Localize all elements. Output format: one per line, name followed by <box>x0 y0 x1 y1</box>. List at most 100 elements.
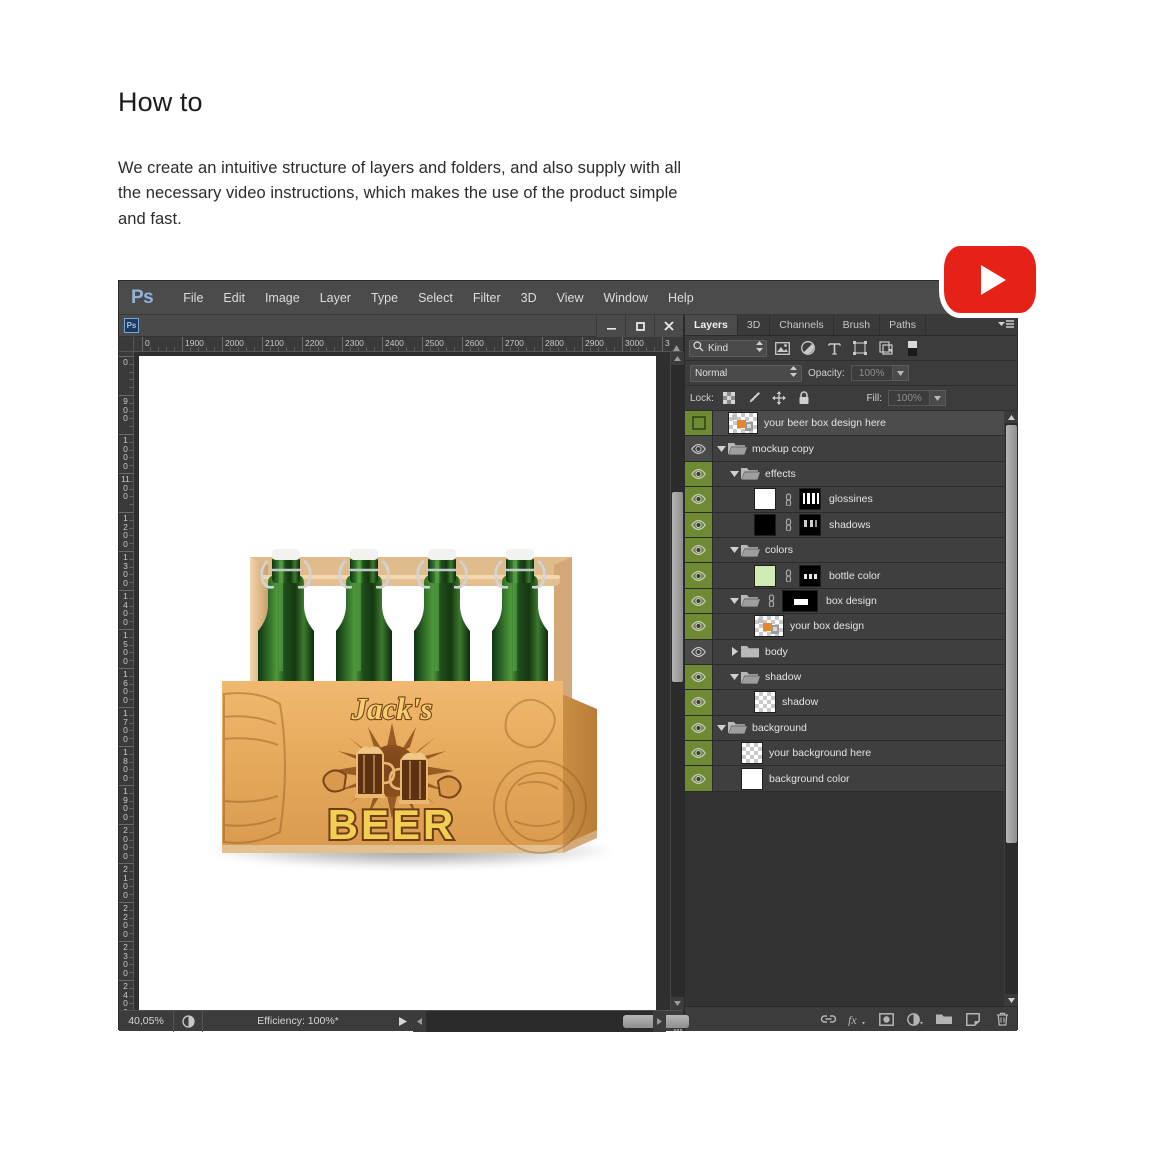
layer-row[interactable]: your box design <box>685 614 1004 640</box>
link-mask-icon[interactable] <box>782 569 795 583</box>
menu-item-help[interactable]: Help <box>658 288 704 308</box>
chevron-down-icon[interactable] <box>715 724 728 731</box>
doc-size-icon[interactable] <box>174 1014 202 1028</box>
minimize-button[interactable] <box>596 315 625 337</box>
layer-row-content[interactable]: shadows <box>713 513 1004 537</box>
tab-paths[interactable]: Paths <box>880 315 926 335</box>
layer-row[interactable]: bottle color <box>685 563 1004 589</box>
layer-thumbnail[interactable] <box>741 742 763 765</box>
zoom-level[interactable]: 40,05% <box>119 1015 173 1027</box>
new-group-icon[interactable] <box>935 1010 953 1028</box>
layer-visibility-eye-icon[interactable] <box>685 741 713 766</box>
layer-row[interactable]: glossines <box>685 487 1004 513</box>
layers-scrollbar[interactable] <box>1004 411 1018 1006</box>
layer-row-content[interactable]: bottle color <box>713 563 1004 587</box>
layer-visibility-eye-icon[interactable] <box>685 487 713 512</box>
adjustment-filter-icon[interactable] <box>797 339 819 358</box>
menu-item-select[interactable]: Select <box>408 288 463 308</box>
layers-scroll-thumb[interactable] <box>1006 425 1017 843</box>
tab-3d[interactable]: 3D <box>737 315 771 335</box>
layer-visibility-eye-icon[interactable] <box>685 563 713 588</box>
stepper-icon[interactable] <box>756 341 763 355</box>
fill-value[interactable]: 100% <box>888 390 930 406</box>
layer-visibility-eye-icon[interactable] <box>685 715 713 741</box>
layer-row-content[interactable]: your background here <box>713 741 1004 765</box>
layer-selection-frame-icon[interactable] <box>685 411 713 436</box>
layer-row[interactable]: colors <box>685 537 1004 564</box>
layer-row[interactable]: your beer box design here <box>685 411 1004 437</box>
maximize-button[interactable] <box>625 315 654 337</box>
layer-row[interactable]: mockup copy <box>685 436 1004 462</box>
layer-visibility-eye-icon[interactable] <box>685 588 713 614</box>
layer-row-content[interactable]: your beer box design here <box>713 411 1004 435</box>
menu-item-layer[interactable]: Layer <box>310 288 361 308</box>
chevron-down-icon[interactable] <box>728 547 741 554</box>
layer-mask-thumbnail[interactable] <box>799 513 821 536</box>
shape-filter-icon[interactable] <box>849 339 871 358</box>
opacity-value[interactable]: 100% <box>850 365 893 381</box>
layer-thumbnail[interactable] <box>754 564 776 587</box>
link-layers-icon[interactable] <box>819 1010 837 1028</box>
layer-thumbnail[interactable] <box>754 615 784 638</box>
layer-row-content[interactable]: your box design <box>713 614 1004 638</box>
layer-row-content[interactable]: colors <box>713 538 1004 562</box>
layer-mask-thumbnail[interactable] <box>782 589 818 612</box>
layer-row-content[interactable]: background color <box>713 766 1004 790</box>
lock-transparency-icon[interactable] <box>720 389 739 408</box>
layer-mask-thumbnail[interactable] <box>799 488 821 511</box>
youtube-play-button[interactable] <box>944 246 1036 313</box>
layer-visibility-eye-icon[interactable] <box>685 664 713 690</box>
lock-image-icon[interactable] <box>745 389 764 408</box>
layer-row[interactable]: background <box>685 715 1004 742</box>
toggle-filter-icon[interactable] <box>901 339 923 358</box>
filter-kind-select[interactable]: Kind <box>689 339 767 357</box>
layer-list[interactable]: your beer box design here mockup copy effe… <box>685 411 1004 1006</box>
layer-thumbnail[interactable] <box>754 691 776 714</box>
layer-visibility-eye-icon[interactable] <box>685 512 713 537</box>
layer-row[interactable]: effects <box>685 461 1004 488</box>
layer-row[interactable]: shadow <box>685 690 1004 716</box>
layers-scroll-up-icon[interactable] <box>1005 411 1018 423</box>
layer-row-content[interactable]: box design <box>713 589 1004 613</box>
layer-visibility-eye-icon[interactable] <box>685 436 713 461</box>
layer-mask-icon[interactable] <box>877 1010 895 1028</box>
tab-layers[interactable]: Layers <box>685 315 738 335</box>
close-button[interactable] <box>654 315 683 337</box>
menu-item-3d[interactable]: 3D <box>511 288 547 308</box>
pixel-filter-icon[interactable] <box>771 339 793 358</box>
chevron-down-icon[interactable] <box>728 470 741 477</box>
layer-visibility-eye-icon[interactable] <box>685 614 713 639</box>
layer-mask-thumbnail[interactable] <box>799 564 821 587</box>
tab-brush[interactable]: Brush <box>833 315 881 335</box>
layer-row[interactable]: box design <box>685 588 1004 615</box>
layer-row[interactable]: shadow <box>685 664 1004 691</box>
layer-style-fx-icon[interactable]: fx <box>848 1010 866 1028</box>
layer-visibility-eye-icon[interactable] <box>685 639 713 664</box>
fill-dropdown-icon[interactable] <box>930 390 946 406</box>
panel-menu-icon[interactable] <box>995 315 1017 335</box>
blend-mode-select[interactable]: Normal <box>690 364 802 382</box>
canvas-artboard[interactable]: Jack's BEER <box>139 356 656 1010</box>
layer-visibility-eye-icon[interactable] <box>685 537 713 563</box>
link-mask-icon[interactable] <box>765 594 778 608</box>
document-horizontal-scrollbar[interactable] <box>413 1010 689 1032</box>
layer-thumbnail[interactable] <box>754 513 776 536</box>
type-filter-icon[interactable] <box>823 339 845 358</box>
layer-row[interactable]: your background here <box>685 741 1004 767</box>
layer-visibility-eye-icon[interactable] <box>685 461 713 487</box>
layer-row[interactable]: body <box>685 639 1004 665</box>
layer-row-content[interactable]: mockup copy <box>713 436 1004 460</box>
menu-item-filter[interactable]: Filter <box>463 288 511 308</box>
menu-item-type[interactable]: Type <box>361 288 408 308</box>
scroll-down-arrow-icon[interactable] <box>671 997 684 1010</box>
new-layer-icon[interactable] <box>964 1010 982 1028</box>
menu-item-window[interactable]: Window <box>593 288 657 308</box>
layer-row-content[interactable]: effects <box>713 462 1004 486</box>
document-vertical-scrollbar[interactable] <box>670 352 684 1010</box>
layer-thumbnail[interactable] <box>741 767 763 790</box>
layer-row-content[interactable]: body <box>713 640 1004 664</box>
menu-item-image[interactable]: Image <box>255 288 310 308</box>
opacity-dropdown-icon[interactable] <box>892 365 909 381</box>
lock-position-icon[interactable] <box>770 389 789 408</box>
lock-all-icon[interactable] <box>795 389 814 408</box>
